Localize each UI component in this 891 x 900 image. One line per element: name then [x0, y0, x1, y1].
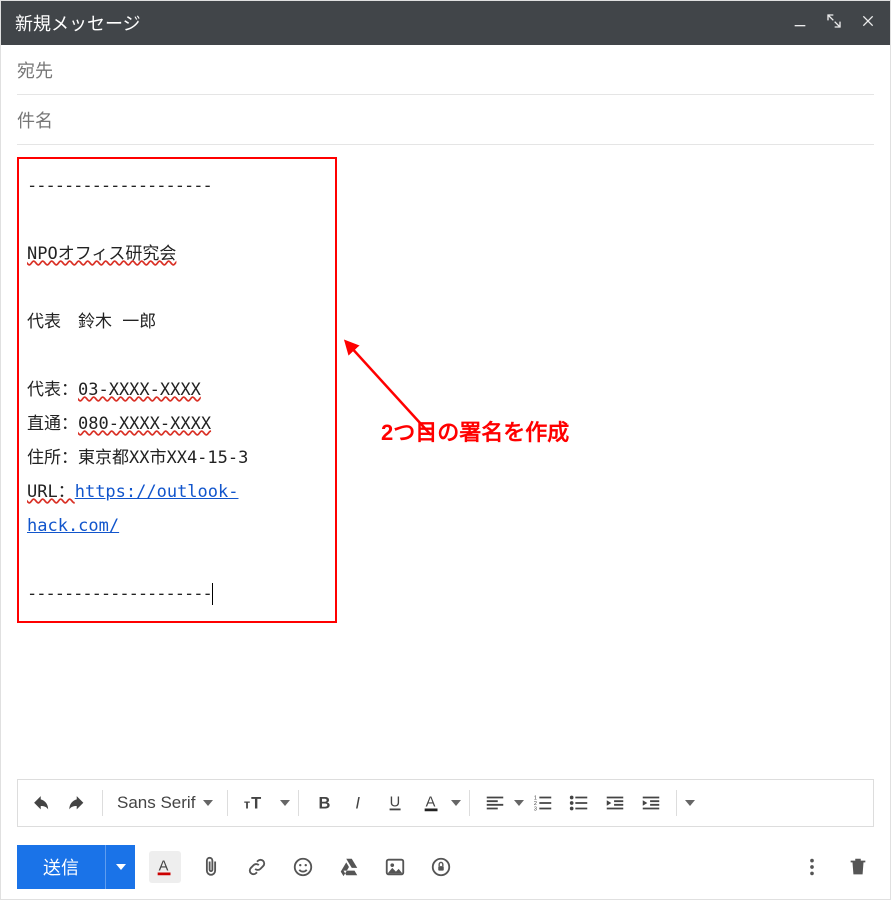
send-more-button[interactable]	[105, 845, 135, 889]
bold-button[interactable]: B	[307, 785, 341, 821]
align-button[interactable]	[478, 785, 512, 821]
more-options-icon[interactable]	[796, 851, 828, 883]
link-icon[interactable]	[241, 851, 273, 883]
send-button[interactable]: 送信	[17, 845, 105, 889]
redo-button[interactable]	[60, 785, 94, 821]
indent-less-button[interactable]	[598, 785, 632, 821]
signature-url: URL：https://outlook-hack.com/	[27, 475, 327, 543]
signature-address: 住所：東京都XX市XX4-15-3	[27, 441, 327, 475]
bottom-bar: 送信 A	[1, 835, 890, 899]
formatting-toolbar: Sans Serif тT B I U A 123	[17, 779, 874, 827]
drive-icon[interactable]	[333, 851, 365, 883]
numbered-list-button[interactable]: 123	[526, 785, 560, 821]
signature-dash-bottom: --------------------	[27, 577, 327, 611]
annotation-arrow	[341, 335, 451, 455]
chevron-down-icon[interactable]	[685, 800, 695, 806]
chevron-down-icon[interactable]	[451, 800, 461, 806]
svg-text:T: T	[252, 795, 262, 813]
signature-name: 代表 鈴木 一郎	[27, 305, 327, 339]
text-color-button[interactable]: A	[415, 785, 449, 821]
undo-button[interactable]	[24, 785, 58, 821]
to-field-row[interactable]: 宛先	[17, 45, 874, 95]
close-icon[interactable]	[860, 13, 876, 34]
svg-text:U: U	[390, 795, 401, 811]
message-body[interactable]: -------------------- NPOオフィス研究会 代表 鈴木 一郎…	[1, 145, 890, 779]
confidential-icon[interactable]	[425, 851, 457, 883]
minimize-icon[interactable]	[792, 13, 808, 34]
svg-text:A: A	[426, 795, 436, 811]
titlebar-actions	[792, 13, 876, 34]
subject-field-row[interactable]: 件名	[17, 95, 874, 145]
signature-dash-top: --------------------	[27, 169, 327, 203]
svg-text:3: 3	[534, 806, 537, 812]
text-style-icon[interactable]: A	[149, 851, 181, 883]
signature-org: NPOオフィス研究会	[27, 244, 176, 264]
svg-text:A: A	[159, 859, 169, 875]
chevron-down-icon	[116, 864, 126, 870]
underline-button[interactable]: U	[379, 785, 413, 821]
compose-window: 新規メッセージ 宛先 件名 -------------------- NPOオフ…	[0, 0, 891, 900]
annotation-label: 2つ目の署名を作成	[381, 415, 569, 447]
send-group: 送信	[17, 845, 135, 889]
svg-text:т: т	[244, 797, 250, 812]
signature-block[interactable]: -------------------- NPOオフィス研究会 代表 鈴木 一郎…	[17, 157, 337, 623]
signature-tel-main: 代表：03-XXXX-XXXX	[27, 373, 327, 407]
image-icon[interactable]	[379, 851, 411, 883]
indent-more-button[interactable]	[634, 785, 668, 821]
svg-text:B: B	[319, 795, 331, 813]
font-size-button[interactable]: тT	[236, 785, 270, 821]
attachment-icon[interactable]	[195, 851, 227, 883]
window-title: 新規メッセージ	[15, 10, 792, 36]
signature-tel-direct: 直通：080-XXXX-XXXX	[27, 407, 327, 441]
subject-label: 件名	[17, 107, 53, 133]
svg-text:I: I	[356, 795, 361, 813]
emoji-icon[interactable]	[287, 851, 319, 883]
italic-button[interactable]: I	[343, 785, 377, 821]
font-family-select[interactable]: Sans Serif	[111, 793, 219, 813]
to-label: 宛先	[17, 57, 53, 83]
fullscreen-icon[interactable]	[826, 13, 842, 34]
bullet-list-button[interactable]	[562, 785, 596, 821]
titlebar: 新規メッセージ	[1, 1, 890, 45]
trash-icon[interactable]	[842, 851, 874, 883]
chevron-down-icon	[203, 800, 213, 806]
chevron-down-icon[interactable]	[514, 800, 524, 806]
chevron-down-icon[interactable]	[280, 800, 290, 806]
font-family-label: Sans Serif	[117, 793, 195, 813]
